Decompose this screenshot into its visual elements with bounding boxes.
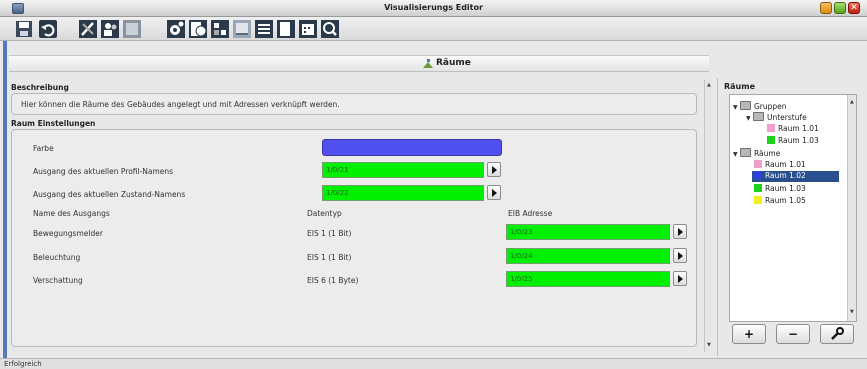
rooms-header-icon (422, 58, 434, 71)
scroll-up-icon[interactable]: ▲ (707, 82, 711, 88)
content-header (9, 55, 709, 72)
room-color-field[interactable] (322, 139, 502, 156)
scroll-up-icon[interactable]: ▲ (850, 99, 854, 105)
status-bar: Erfolgreich (0, 358, 867, 369)
window-title: Visualisierungs Editor (384, 3, 483, 12)
row-address-field[interactable]: 1/0/25 (506, 271, 670, 287)
clock-icon[interactable] (188, 19, 208, 39)
tree-scrollbar[interactable]: ▲ ▼ (847, 95, 856, 321)
room-color-swatch (767, 136, 775, 144)
list-icon[interactable] (254, 19, 274, 39)
column-header-address: EIB Adresse (508, 209, 553, 218)
tree-node-groups[interactable]: ▼ Gruppen (733, 101, 787, 111)
expand-icon[interactable]: ▼ (733, 151, 740, 158)
tree-room-item-selected[interactable]: Raum 1.02 (752, 171, 839, 182)
rooms-icon[interactable] (232, 19, 252, 39)
description-heading: Beschreibung (11, 83, 69, 92)
remove-room-button[interactable]: − (776, 324, 810, 344)
edit-room-button[interactable] (820, 324, 854, 344)
folder-icon (740, 148, 751, 157)
row-type: EIS 1 (1 Bit) (307, 253, 352, 262)
room-color-swatch (754, 184, 762, 192)
profile-address-button[interactable] (487, 162, 501, 177)
main-scrollbar[interactable]: ▲ ▼ (704, 80, 713, 352)
description-panel: Hier können die Räume des Gebäudes angel… (11, 93, 697, 115)
row-address-field[interactable]: 1/0/23 (506, 224, 670, 240)
row-address-button[interactable] (673, 224, 687, 239)
document-icon[interactable] (276, 19, 296, 39)
settings-heading: Raum Einstellungen (11, 119, 96, 128)
tree-room-item[interactable]: Raum 1.05 (754, 196, 806, 205)
scene-icon[interactable] (210, 19, 230, 39)
room-color-swatch (754, 196, 762, 204)
calendar-icon[interactable] (298, 19, 318, 39)
tree-node-rooms[interactable]: ▼ Räume (733, 148, 780, 158)
left-accent-bar (3, 41, 7, 359)
add-room-button[interactable]: + (732, 324, 766, 344)
folder-icon (740, 101, 751, 110)
column-header-name: Name des Ausgangs (33, 209, 110, 218)
content-title: Räume (436, 58, 471, 68)
tree-room-item[interactable]: Raum 1.01 (754, 160, 806, 169)
row-address-button[interactable] (673, 271, 687, 286)
wrench-icon (831, 327, 844, 340)
room-color-swatch (754, 160, 762, 168)
row-name: Beleuchtung (33, 253, 81, 262)
users-icon[interactable] (100, 19, 120, 39)
close-button[interactable]: ✕ (848, 2, 860, 14)
rooms-tree[interactable]: ▼ Gruppen ▼ Unterstufe Raum 1.01 Raum 1.03… (729, 94, 857, 322)
settings-icon[interactable] (166, 19, 186, 39)
search-icon[interactable] (320, 19, 340, 39)
profile-address-field[interactable]: 1/0/21 (322, 162, 484, 178)
expand-icon[interactable]: ▼ (746, 115, 753, 122)
folder-icon (753, 112, 764, 121)
tree-node-subgroup[interactable]: ▼ Unterstufe (746, 112, 807, 122)
column-header-type: Datentyp (307, 209, 342, 218)
profile-output-label: Ausgang des aktuellen Profil-Namens (33, 167, 174, 176)
row-name: Verschattung (33, 276, 83, 285)
description-text: Hier können die Räume des Gebäudes angel… (21, 100, 340, 109)
row-type: EIS 6 (1 Byte) (307, 276, 359, 285)
toolbar (0, 17, 867, 41)
room-color-swatch (754, 171, 762, 179)
color-label: Farbe (33, 144, 54, 153)
state-output-label: Ausgang des aktuellen Zustand-Namens (33, 190, 186, 199)
save-icon[interactable] (14, 19, 34, 39)
room-color-swatch (767, 124, 775, 132)
row-address-button[interactable] (673, 248, 687, 263)
row-address-field[interactable]: 1/0/24 (506, 248, 670, 264)
expand-icon[interactable]: ▼ (733, 104, 740, 111)
state-address-button[interactable] (487, 185, 501, 200)
undo-icon[interactable] (38, 19, 58, 39)
row-type: EIS 1 (1 Bit) (307, 229, 352, 238)
row-name: Bewegungsmelder (33, 229, 103, 238)
rooms-panel-heading: Räume (724, 82, 756, 91)
state-address-field[interactable]: 1/0/22 (322, 185, 484, 201)
scroll-down-icon[interactable]: ▼ (707, 342, 711, 348)
tree-room-item[interactable]: Raum 1.03 (754, 184, 806, 193)
status-text: Erfolgreich (4, 360, 42, 368)
tree-room-item[interactable]: Raum 1.03 (767, 136, 819, 145)
minimize-button[interactable] (820, 2, 832, 14)
maximize-button[interactable] (834, 2, 846, 14)
tree-room-item[interactable]: Raum 1.01 (767, 124, 819, 133)
edit-tools-icon[interactable] (78, 19, 98, 39)
scroll-down-icon[interactable]: ▼ (850, 309, 854, 315)
grid-icon[interactable] (122, 19, 142, 39)
